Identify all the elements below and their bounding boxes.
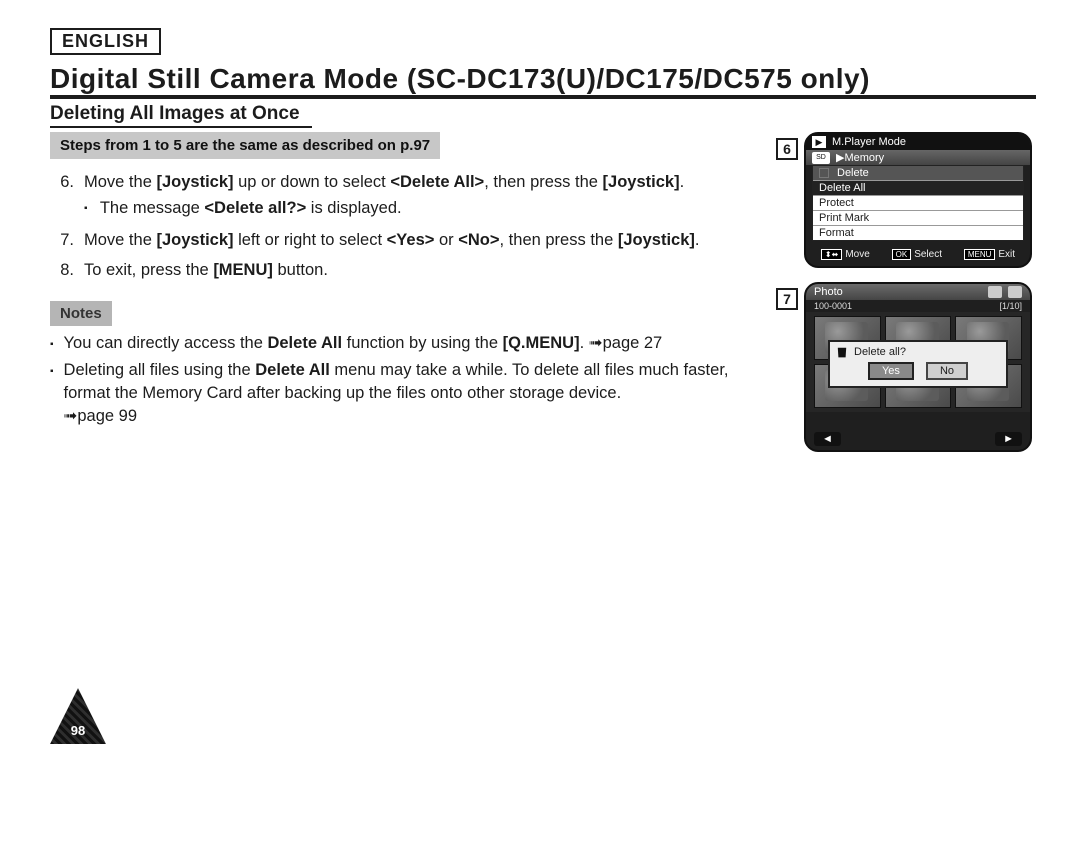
dialog-text: Delete all? <box>854 346 906 358</box>
notes-heading: Notes <box>50 301 112 326</box>
steps-reference-box: Steps from 1 to 5 are the same as descri… <box>50 132 440 159</box>
mode-label: Photo <box>814 286 843 298</box>
section-title: Deleting All Images at Once <box>50 103 312 128</box>
chapter-title: Digital Still Camera Mode (SC-DC173(U)/D… <box>50 63 1036 99</box>
screen-title: M.Player Mode <box>832 136 906 148</box>
menu-item-print-mark[interactable]: Print Mark <box>813 210 1023 225</box>
exit-hint-icon: MENU <box>964 249 996 260</box>
step-number: 7. <box>50 229 74 253</box>
sd-card-icon: SD <box>812 152 830 164</box>
file-index: 100-0001 <box>814 301 852 311</box>
note-2: Deleting all files using the Delete All … <box>50 359 754 428</box>
note-1: You can directly access the Delete All f… <box>50 332 754 355</box>
file-counter: [1/10] <box>999 301 1022 311</box>
step-number: 8. <box>50 259 74 283</box>
memory-label: ▶Memory <box>836 151 884 164</box>
menu-item-delete-all[interactable]: Delete All <box>813 180 1023 195</box>
dialog-no-button[interactable]: No <box>926 362 968 380</box>
page-number-marker: 98 <box>50 688 106 744</box>
menu-item-format[interactable]: Format <box>813 225 1023 240</box>
dialog-yes-button[interactable]: Yes <box>868 362 914 380</box>
figure-6: 6 ▶ M.Player Mode SD ▶Memory Delete <box>776 132 1036 268</box>
play-icon: ▶ <box>812 136 826 148</box>
step-6-sub: The message <Delete all?> is displayed. <box>84 197 754 221</box>
camera-icon <box>988 286 1002 298</box>
nav-right-icon[interactable]: ► <box>995 432 1022 446</box>
card-icon <box>1008 286 1022 298</box>
language-badge: ENGLISH <box>50 28 161 55</box>
step-number: 6. <box>50 171 74 223</box>
trash-icon <box>836 346 848 358</box>
screen-footer-hints: ⬍⬌Move OKSelect MENUExit <box>806 245 1030 266</box>
menu-list: Delete Delete All Protect Print Mark For… <box>812 165 1024 241</box>
notes-list: You can directly access the Delete All f… <box>50 332 754 428</box>
figure-callout-number: 7 <box>776 288 798 310</box>
camera-screen-confirm: Photo 100-0001 [1/10] <box>804 282 1032 452</box>
figure-7: 7 Photo 100-0001 [1/10] <box>776 282 1036 452</box>
select-hint-icon: OK <box>892 249 912 260</box>
move-hint-icon: ⬍⬌ <box>821 249 842 260</box>
step-list: 6. Move the [Joystick] up or down to sel… <box>50 171 754 283</box>
page-number: 98 <box>50 723 106 738</box>
menu-item-delete[interactable]: Delete <box>813 166 1023 180</box>
camera-screen-menu: ▶ M.Player Mode SD ▶Memory Delete Delete… <box>804 132 1032 268</box>
delete-icon <box>819 168 829 178</box>
step-7: 7. Move the [Joystick] left or right to … <box>50 229 754 253</box>
figure-callout-number: 6 <box>776 138 798 160</box>
manual-page: ENGLISH Digital Still Camera Mode (SC-DC… <box>0 0 1080 865</box>
menu-item-protect[interactable]: Protect <box>813 195 1023 210</box>
step-8: 8. To exit, press the [MENU] button. <box>50 259 754 283</box>
step-6: 6. Move the [Joystick] up or down to sel… <box>50 171 754 223</box>
nav-left-icon[interactable]: ◄ <box>814 432 841 446</box>
confirm-dialog: Delete all? Yes No <box>828 340 1008 388</box>
